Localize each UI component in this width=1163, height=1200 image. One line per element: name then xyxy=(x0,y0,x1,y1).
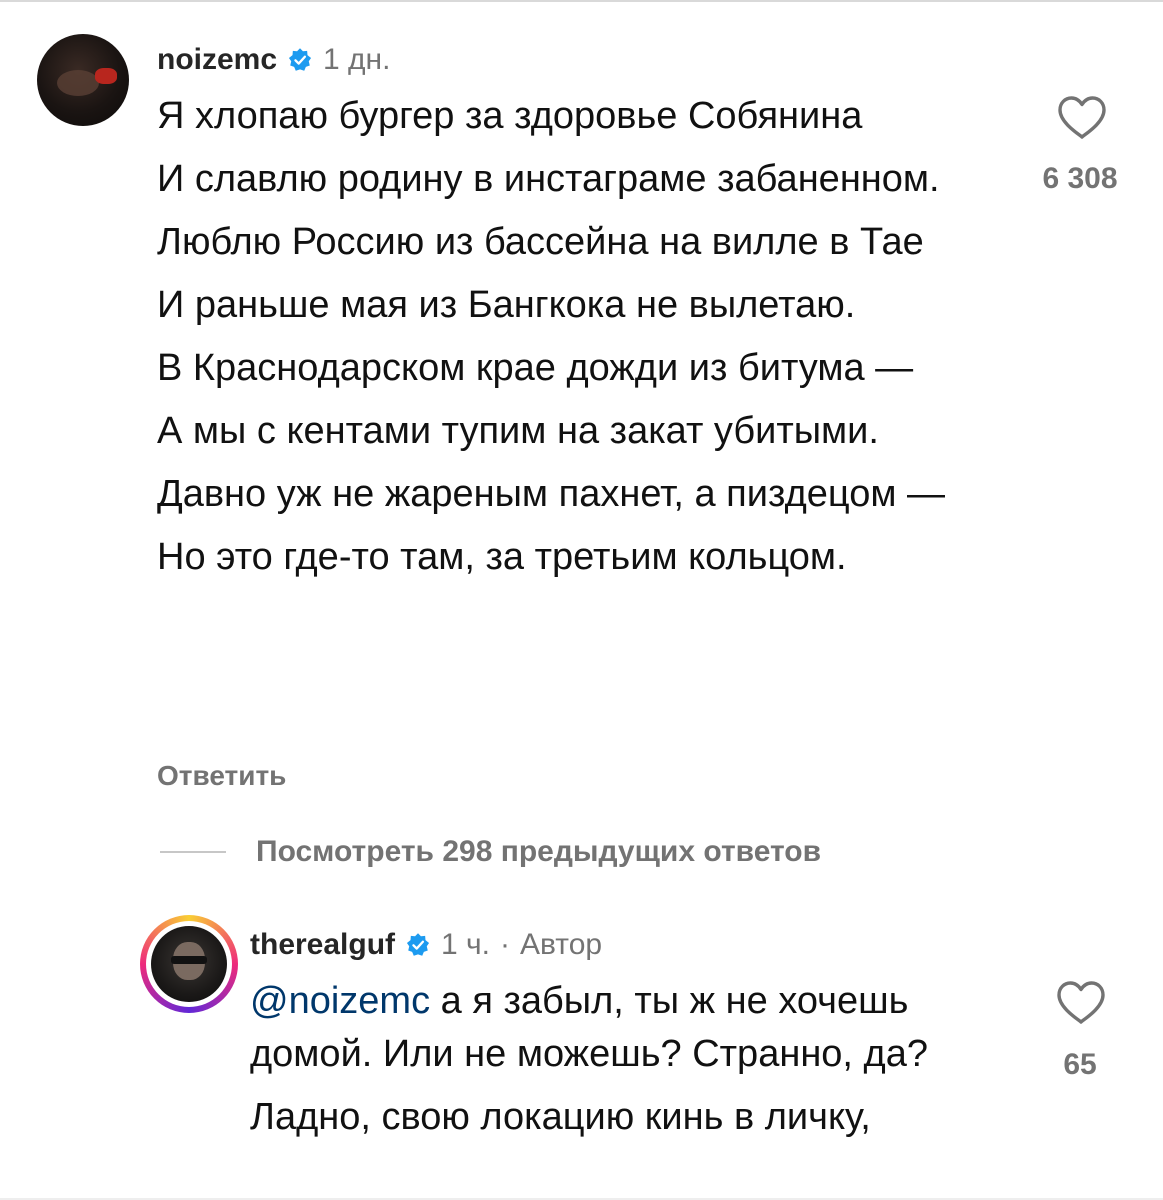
view-previous-replies[interactable]: Посмотреть 298 предыдущих ответов xyxy=(160,830,821,874)
username[interactable]: therealguf xyxy=(250,928,395,962)
reply-header: therealguf 1 ч. · Автор xyxy=(250,923,602,967)
comment-line: И раньше мая из Бангкока не вылетаю. xyxy=(157,284,856,326)
heart-outline-icon[interactable] xyxy=(1056,95,1108,141)
comment-header: noizemc 1 дн. xyxy=(157,38,390,82)
comment-line: Давно уж не жареным пахнет, а пиздецом — xyxy=(157,473,946,515)
comment-body: Я хлопаю бургер за здоровье Собянина И с… xyxy=(157,90,1017,594)
heart-outline-icon[interactable] xyxy=(1055,980,1107,1026)
avatar-face xyxy=(57,70,99,96)
comment-line: И славлю родину в инстаграме забаненном. xyxy=(157,158,940,200)
verified-badge-icon xyxy=(288,48,312,71)
avatar-glasses xyxy=(171,956,207,964)
reply-button[interactable]: Ответить xyxy=(157,760,286,792)
avatar-story-ring[interactable] xyxy=(140,915,238,1013)
comment-line: Я хлопаю бургер за здоровье Собянина xyxy=(157,95,863,137)
timestamp: 1 ч. xyxy=(441,928,491,961)
timestamp: 1 дн. xyxy=(323,43,391,76)
avatar-accent xyxy=(95,68,117,84)
meta-separator: · xyxy=(500,928,511,961)
reply-body: @noizemc а я забыл, ты ж не хочешь домой… xyxy=(250,975,1010,1154)
avatar-noizemc[interactable] xyxy=(37,34,129,126)
comment-line: @noizemc а я забыл, ты ж не хочешь домой… xyxy=(250,975,1010,1081)
username[interactable]: noizemc xyxy=(157,43,277,77)
like-count: 6 308 xyxy=(1042,162,1118,195)
comment-line: А мы с кентами тупим на закат убитыми. xyxy=(157,410,879,452)
top-divider xyxy=(0,0,1163,2)
comment-line: Но это где-то там, за третьим кольцом. xyxy=(157,536,847,578)
avatar-therealguf[interactable] xyxy=(151,926,227,1002)
view-previous-replies-label: Посмотреть 298 предыдущих ответов xyxy=(256,835,822,868)
comment-line: Люблю Россию из бассейна на вилле в Тае xyxy=(157,221,924,263)
mention-link[interactable]: @noizemc xyxy=(250,980,430,1022)
like-count: 65 xyxy=(1063,1048,1097,1081)
author-badge: Автор xyxy=(520,928,603,961)
comment-line: В Краснодарском крае дожди из битума — xyxy=(157,347,914,389)
replies-divider xyxy=(160,851,226,853)
comment-line: Ладно, свою локацию кинь в личку, xyxy=(250,1096,871,1138)
verified-badge-icon xyxy=(406,933,430,956)
